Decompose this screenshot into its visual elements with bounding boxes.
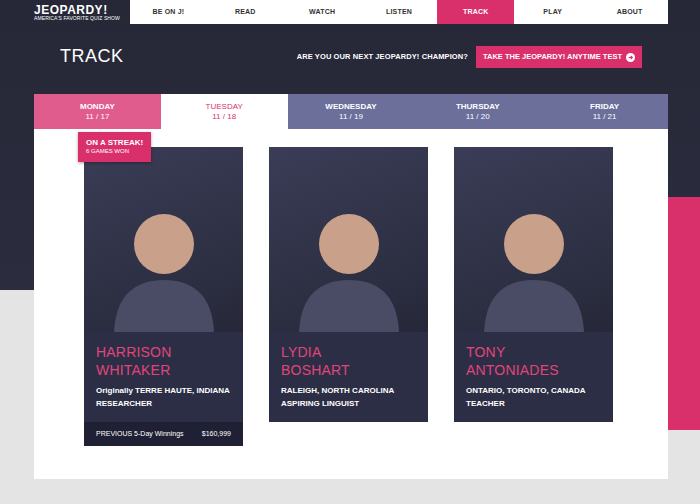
name-line: LYDIA <box>281 344 416 362</box>
logo-title[interactable]: JEOPARDY! <box>34 4 130 16</box>
nav-item[interactable]: TRACK <box>437 0 514 24</box>
contestant-photo <box>84 147 243 332</box>
occupation: RESEARCHER <box>96 398 231 411</box>
day-date[interactable]: 11 / 17 <box>85 112 109 122</box>
anytime-test-label[interactable]: TAKE THE JEOPARDY! ANYTIME TEST <box>483 51 622 62</box>
contestant-info: HARRISONWHITAKER Originally TERRE HAUTE, … <box>84 332 243 422</box>
name-line: BOSHART <box>281 362 416 380</box>
person-icon <box>109 182 219 332</box>
page-title: TRACK <box>60 46 124 68</box>
contestant-photo <box>269 147 428 332</box>
name-line: TONY <box>466 344 601 362</box>
track-section: MONDAY11 / 17TUESDAY11 / 18WEDNESDAY11 /… <box>34 94 668 479</box>
day-name[interactable]: MONDAY <box>80 102 115 112</box>
streak-badge: ON A STREAK!6 GAMES WON <box>78 132 151 162</box>
main-nav: BE ON J!READWATCHLISTENTRACKPLAYABOUT <box>130 0 668 24</box>
contestant-details: RALEIGH, NORTH CAROLINAASPIRING LINGUIST <box>281 385 416 411</box>
nav-item[interactable]: BE ON J! <box>130 0 207 24</box>
contestant-details: ONTARIO, TORONTO, CANADATEACHER <box>466 385 601 411</box>
hometown: ONTARIO, TORONTO, CANADA <box>466 385 601 398</box>
day-date[interactable]: 11 / 18 <box>212 112 236 122</box>
contestant-info: LYDIABOSHART RALEIGH, NORTH CAROLINAASPIR… <box>269 332 428 422</box>
cta: ARE YOU OUR NEXT JEOPARDY! CHAMPION? TAKE… <box>297 46 642 68</box>
contestant-panel: HARRISONWHITAKER Originally TERRE HAUTE, … <box>34 129 668 479</box>
contestant-card[interactable]: LYDIABOSHART RALEIGH, NORTH CAROLINAASPIR… <box>269 147 428 422</box>
nav-item[interactable]: READ <box>207 0 284 24</box>
contestant-details: Originally TERRE HAUTE, INDIANARESEARCHE… <box>96 385 231 411</box>
day-date[interactable]: 11 / 20 <box>466 112 490 122</box>
hometown: Originally TERRE HAUTE, INDIANA <box>96 385 231 398</box>
page: JEOPARDY!AMERICA'S FAVORITE QUIZ SHOWBE … <box>0 0 700 504</box>
day-name[interactable]: THURSDAY <box>456 102 500 112</box>
person-icon <box>294 182 404 332</box>
contestant-name: TONYANTONIADES <box>466 344 601 379</box>
winnings-label: PREVIOUS 5-Day Winnings <box>96 429 184 440</box>
day-tabs: MONDAY11 / 17TUESDAY11 / 18WEDNESDAY11 /… <box>34 94 668 129</box>
hometown: RALEIGH, NORTH CAROLINA <box>281 385 416 398</box>
winnings-amount: $160,999 <box>202 429 231 440</box>
name-line: WHITAKER <box>96 362 231 380</box>
title-row: TRACK ARE YOU OUR NEXT JEOPARDY! CHAMPION… <box>0 24 700 70</box>
nav-item[interactable]: LISTEN <box>361 0 438 24</box>
day-name[interactable]: WEDNESDAY <box>325 102 376 112</box>
arrow-circle-icon[interactable] <box>626 53 635 62</box>
person-icon <box>479 182 589 332</box>
day-tab[interactable]: FRIDAY11 / 21 <box>541 94 668 129</box>
occupation: TEACHER <box>466 398 601 411</box>
day-date[interactable]: 11 / 21 <box>593 112 617 122</box>
streak-subtitle: 6 GAMES WON <box>86 148 143 156</box>
contestant-card[interactable]: TONYANTONIADES ONTARIO, TORONTO, CANADATE… <box>454 147 613 422</box>
streak-title: ON A STREAK! <box>86 138 143 148</box>
nav-item[interactable]: ABOUT <box>591 0 668 24</box>
anytime-test-button[interactable]: TAKE THE JEOPARDY! ANYTIME TEST <box>476 46 642 68</box>
name-line: ANTONIADES <box>466 362 601 380</box>
day-tab[interactable]: THURSDAY11 / 20 <box>414 94 541 129</box>
contestant-card[interactable]: HARRISONWHITAKER Originally TERRE HAUTE, … <box>84 147 243 446</box>
contestant-info: TONYANTONIADES ONTARIO, TORONTO, CANADATE… <box>454 332 613 422</box>
occupation: ASPIRING LINGUIST <box>281 398 416 411</box>
day-name[interactable]: TUESDAY <box>206 102 243 112</box>
day-tab[interactable]: WEDNESDAY11 / 19 <box>288 94 415 129</box>
cta-prompt: ARE YOU OUR NEXT JEOPARDY! CHAMPION? <box>297 51 468 62</box>
nav-item[interactable]: WATCH <box>284 0 361 24</box>
logo-tagline: AMERICA'S FAVORITE QUIZ SHOW <box>34 16 130 21</box>
header: JEOPARDY!AMERICA'S FAVORITE QUIZ SHOWBE … <box>0 0 700 24</box>
contestant-name: HARRISONWHITAKER <box>96 344 231 379</box>
day-tab[interactable]: TUESDAY11 / 18 <box>161 94 288 129</box>
contestant-name: LYDIABOSHART <box>281 344 416 379</box>
day-name[interactable]: FRIDAY <box>590 102 619 112</box>
contestant-photo <box>454 147 613 332</box>
nav-item[interactable]: PLAY <box>514 0 591 24</box>
day-tab[interactable]: MONDAY11 / 17 <box>34 94 161 129</box>
day-date[interactable]: 11 / 19 <box>339 112 363 122</box>
logo[interactable]: JEOPARDY!AMERICA'S FAVORITE QUIZ SHOW <box>0 0 130 24</box>
winnings-bar: PREVIOUS 5-Day Winnings $160,999 <box>84 422 243 446</box>
name-line: HARRISON <box>96 344 231 362</box>
